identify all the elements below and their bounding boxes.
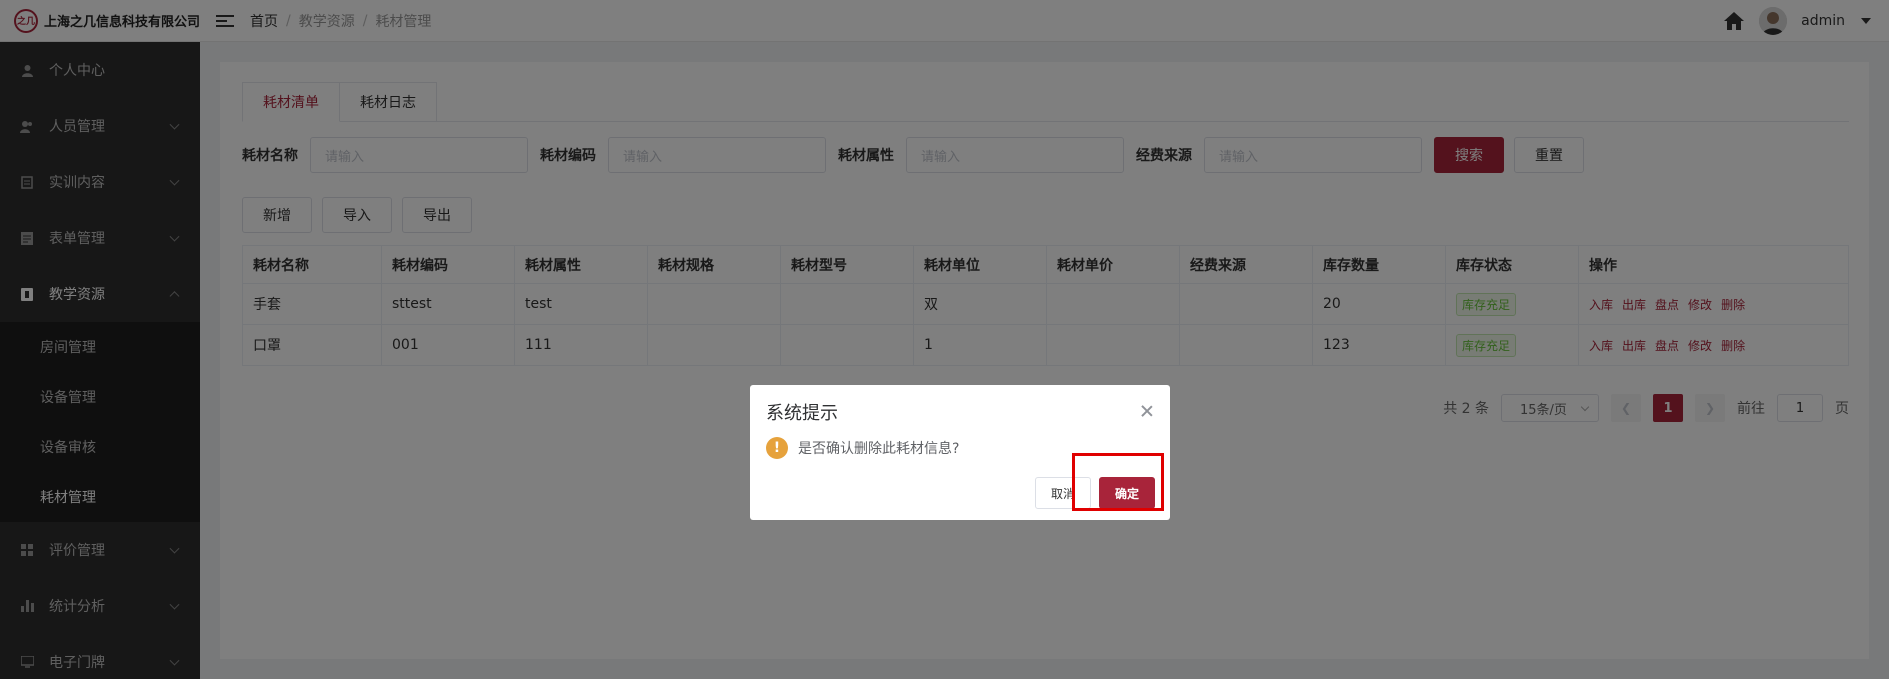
dialog-buttons: 取消 确定 xyxy=(1034,453,1164,511)
dialog-title: 系统提示 xyxy=(766,403,838,424)
close-icon[interactable] xyxy=(1141,405,1153,417)
modal-overlay[interactable] xyxy=(0,0,1889,679)
warning-icon: ! xyxy=(766,437,788,459)
dialog-message: 是否确认删除此耗材信息? xyxy=(798,441,960,457)
highlight-box xyxy=(1072,453,1164,511)
confirm-dialog: 系统提示 ! 是否确认删除此耗材信息? 取消 确定 xyxy=(750,385,1170,520)
